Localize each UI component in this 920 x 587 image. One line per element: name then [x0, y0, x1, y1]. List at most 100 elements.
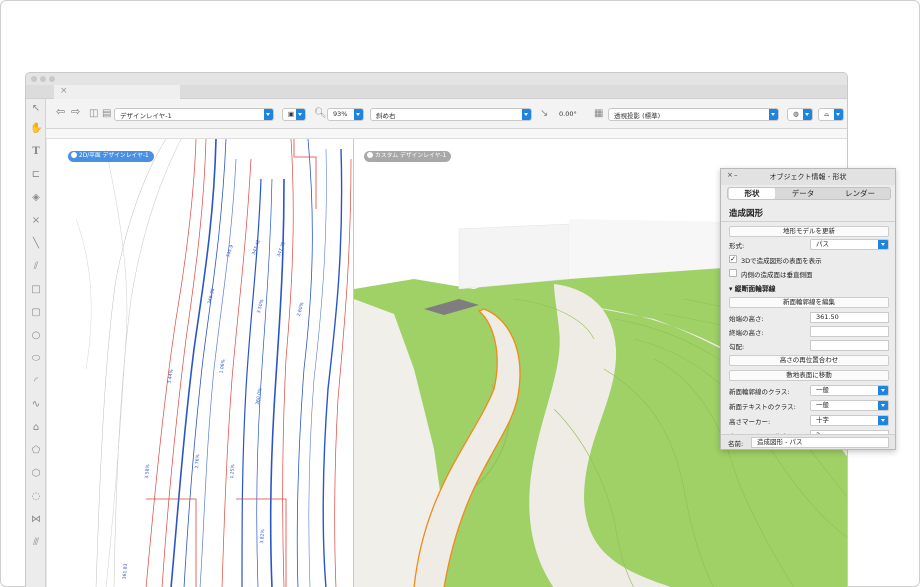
standard-view-select[interactable]: 斜め右	[370, 108, 532, 121]
document-tab[interactable]: ×	[54, 85, 180, 99]
view-options-select[interactable]: ▣	[282, 108, 306, 121]
shape-type-select[interactable]: パス	[810, 239, 889, 250]
pan-tool-icon[interactable]: ✋	[30, 123, 42, 135]
chevron-down-icon	[878, 416, 888, 425]
start-height-field[interactable]: 361.50	[810, 312, 889, 323]
text-class-label: 新面テキストのクラス:	[729, 403, 796, 411]
plan-view[interactable]: 345.9 347.42 347.39 349.38 3.50% 2.60% 3…	[46, 139, 353, 587]
start-height-label: 始端の高さ:	[729, 315, 764, 323]
reposition-height-button[interactable]: 高さの再位置合わせ	[729, 355, 889, 366]
layer-options-icon[interactable]: ▤	[102, 108, 111, 119]
height-marker-select[interactable]: 十字	[810, 415, 889, 426]
zoom-icon[interactable]: 🔍︎	[314, 108, 327, 119]
minimize-window-button[interactable]	[40, 76, 46, 82]
view-indicator-icon	[367, 152, 373, 158]
profile-class-value: 一般	[816, 386, 829, 394]
regular-polygon-tool-icon[interactable]: ⬡	[30, 468, 42, 480]
profile-class-label: 新面輪郭線のクラス:	[729, 388, 790, 396]
double-line-tool-icon[interactable]: ⫽	[30, 261, 42, 273]
rounded-rectangle-tool-icon[interactable]: ▢	[30, 307, 42, 319]
text-tool-icon[interactable]: T	[30, 146, 42, 158]
palette-tabs: 形状 データ レンダー	[727, 187, 891, 200]
close-window-button[interactable]	[31, 76, 37, 82]
locus-tool-icon[interactable]: ×	[30, 215, 42, 227]
dimension-tool-icon[interactable]: ⫻	[30, 537, 42, 549]
plan-view-tag[interactable]: 2D/平面 デザインレイヤ-1	[68, 151, 154, 162]
palette-titlebar: × – オブジェクト情報 - 形状	[721, 169, 895, 185]
view-toolbar: ⇦ ⇨ ◫ ▤ デザインレイヤ-1 ▣ 🔍︎ 93% 斜め右 ↘ 0.00° ▦…	[46, 99, 847, 129]
selection-tool-icon[interactable]: ↖	[30, 103, 42, 115]
stack-tool-icon[interactable]: ◈	[30, 192, 42, 204]
divider	[721, 221, 895, 222]
layer-select[interactable]: デザインレイヤ-1	[114, 108, 274, 121]
projection-select[interactable]: 透視投影 (標準)	[608, 108, 779, 121]
show-surface-label: 3Dで造成図形の表面を表示	[741, 257, 822, 265]
update-terrain-button[interactable]: 地形モデルを更新	[729, 226, 889, 237]
object-type-heading: 造成図形	[729, 209, 764, 219]
vertical-sides-checkbox[interactable]	[729, 269, 737, 277]
polyline-tool-icon[interactable]: ⌂	[30, 422, 42, 434]
rotation-angle-icon: ↘	[540, 108, 549, 119]
layers-icon[interactable]: ◫	[89, 108, 98, 119]
slope-field[interactable]	[810, 340, 889, 351]
forward-arrow-icon[interactable]: ⇨	[71, 105, 80, 118]
zoom-select-label: 93%	[333, 110, 348, 118]
angle-field[interactable]: 0.00°	[553, 108, 589, 121]
show-surface-checkbox[interactable]: ✓	[729, 255, 737, 263]
plan-view-label: 2D/平面 デザインレイヤ-1	[79, 153, 149, 159]
tool-palette: ↖ ✋ T ⊏ ◈ × ╲ ⫽ □ ▢ ○ ⬭ ◜ ∿ ⌂ ⬠ ⬡ ◌ ⋈ ⫻	[26, 99, 46, 587]
render-mode-select[interactable]: ◍	[787, 108, 813, 121]
screen-icon: ▣	[288, 110, 295, 118]
grid-icon[interactable]: ▦	[594, 108, 603, 119]
name-field[interactable]: 造成図形 - パス	[751, 437, 889, 448]
end-height-field[interactable]	[810, 326, 889, 337]
tab-shape[interactable]: 形状	[729, 188, 775, 199]
profile-class-select[interactable]: 一般	[810, 385, 889, 396]
chevron-down-icon	[878, 386, 888, 395]
shape-type-label: 形式:	[729, 242, 745, 250]
line-tool-icon[interactable]: ╲	[30, 238, 42, 250]
tab-data[interactable]: データ	[778, 188, 828, 199]
perspective-view-label: カスタム デザインレイヤ-1	[375, 153, 447, 159]
freehand-tool-icon[interactable]: ∿	[30, 399, 42, 411]
chevron-down-icon	[296, 109, 305, 120]
horizontal-ruler	[46, 129, 847, 139]
chevron-down-icon	[878, 401, 888, 410]
lighting-select[interactable]: ⌓	[818, 108, 844, 121]
chevron-down-icon	[522, 109, 531, 120]
angle-value: 0.00°	[559, 110, 577, 118]
chevron-down-icon	[803, 109, 812, 120]
text-class-value: 一般	[816, 401, 829, 409]
oval-tool-icon[interactable]: ⬭	[30, 353, 42, 365]
back-arrow-icon[interactable]: ⇦	[56, 105, 65, 118]
mirror-tool-icon[interactable]: ⋈	[30, 514, 42, 526]
rectangle-tool-icon[interactable]: □	[30, 284, 42, 296]
layer-select-label: デザインレイヤ-1	[120, 112, 172, 120]
perspective-view-tag[interactable]: カスタム デザインレイヤ-1	[364, 151, 452, 162]
arc-tool-icon[interactable]: ◜	[30, 376, 42, 388]
zoom-select[interactable]: 93%	[327, 108, 364, 121]
height-marker-label: 高さマーカー:	[729, 418, 771, 426]
tab-render[interactable]: レンダー	[831, 188, 889, 199]
object-info-palette: × – オブジェクト情報 - 形状 形状 データ レンダー 造成図形 地形モデル…	[720, 168, 896, 450]
profile-group-label: 縦断面輪郭線	[734, 285, 776, 293]
end-height-label: 終端の高さ:	[729, 329, 764, 337]
zoom-window-button[interactable]	[49, 76, 55, 82]
callout-tool-icon[interactable]: ⊏	[30, 169, 42, 181]
text-class-select[interactable]: 一般	[810, 400, 889, 411]
document-tab-strip: ×	[26, 85, 847, 99]
edit-profile-button[interactable]: 新面輪郭線を編集	[729, 297, 889, 308]
spiral-tool-icon[interactable]: ◌	[30, 491, 42, 503]
polygon-tool-icon[interactable]: ⬠	[30, 445, 42, 457]
lighting-icon: ⌓	[824, 110, 830, 118]
move-to-site-button[interactable]: 敷地表面に移動	[729, 370, 889, 381]
palette-title: オブジェクト情報 - 形状	[769, 173, 847, 181]
circle-tool-icon[interactable]: ○	[30, 330, 42, 342]
close-tab-icon[interactable]: ×	[60, 86, 68, 96]
chevron-down-icon	[354, 109, 363, 120]
shape-type-value: パス	[816, 240, 829, 248]
vertical-sides-label: 内側の造成面は垂直側面	[741, 271, 813, 279]
projection-select-label: 透視投影 (標準)	[614, 112, 661, 120]
name-label: 名前:	[728, 440, 744, 448]
chevron-down-icon	[264, 109, 273, 120]
